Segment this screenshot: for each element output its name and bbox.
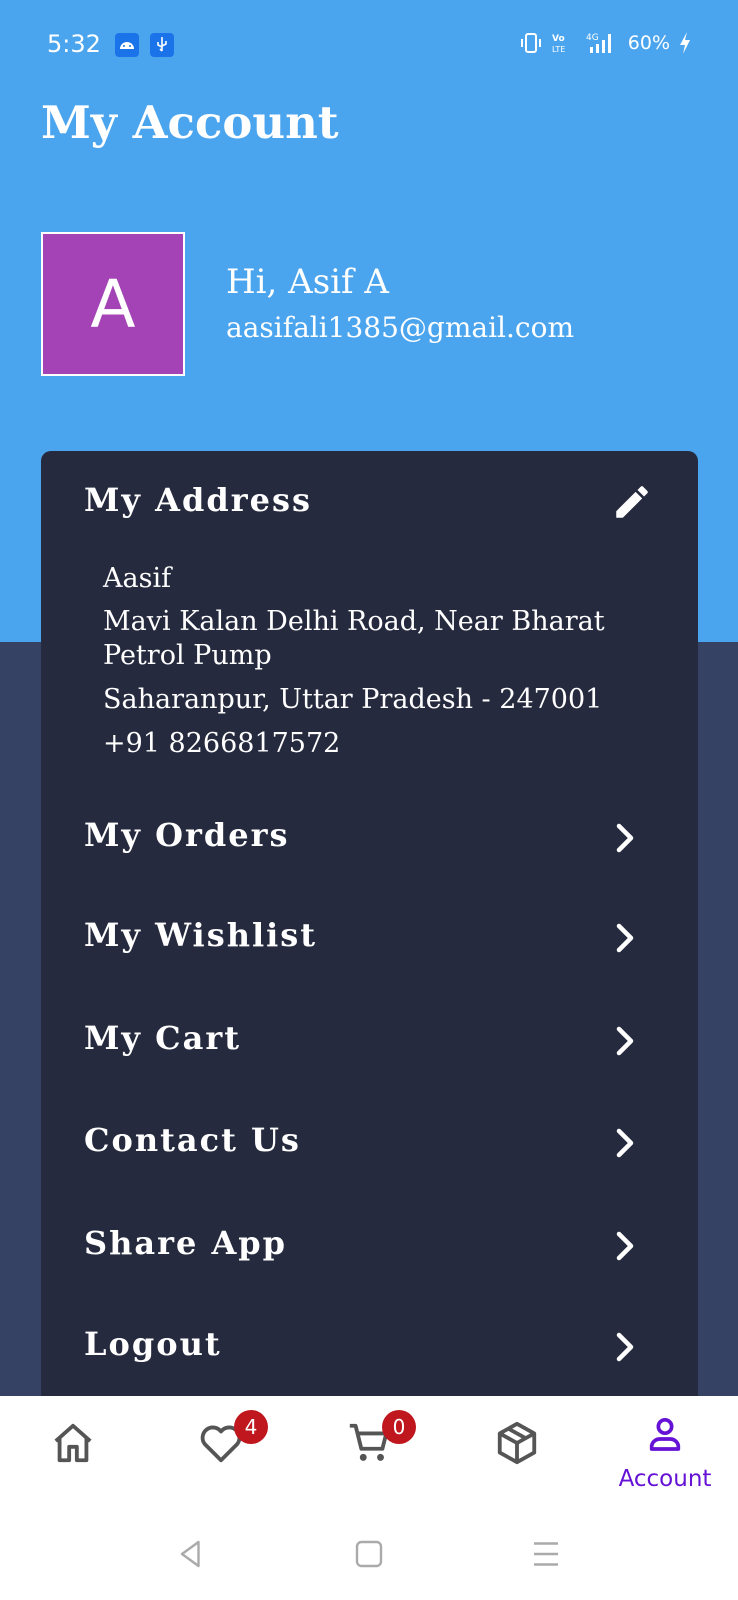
wishlist-count-badge: 4 (234, 1410, 268, 1444)
usb-icon (150, 33, 174, 57)
menu-label: My Orders (84, 816, 290, 854)
battery-percentage: 60% (627, 32, 670, 54)
greeting-text: Hi, Asif A (226, 262, 389, 302)
cart-count-badge: 0 (382, 1410, 416, 1444)
address-phone: +91 8266817572 (103, 728, 341, 759)
volte-icon: Vo LTE (552, 34, 565, 54)
charging-icon (680, 32, 690, 54)
nav-home[interactable] (0, 1396, 146, 1514)
package-icon (497, 1421, 537, 1465)
menu-item-my-orders[interactable]: My Orders (41, 788, 698, 888)
chevron-right-icon (616, 823, 634, 853)
chevron-right-icon (616, 923, 634, 953)
svg-text:LTE: LTE (552, 45, 565, 54)
menu-item-contact-us[interactable]: Contact Us (41, 1093, 698, 1193)
nav-wishlist[interactable]: 4 (148, 1396, 294, 1514)
back-icon[interactable] (173, 1536, 209, 1572)
status-time: 5:32 (47, 30, 101, 58)
chevron-right-icon (616, 1332, 634, 1362)
nav-orders[interactable] (444, 1396, 590, 1514)
avatar: A (41, 232, 185, 376)
chevron-right-icon (616, 1026, 634, 1056)
menu-item-my-cart[interactable]: My Cart (41, 991, 698, 1091)
account-icon (649, 1418, 681, 1451)
chevron-right-icon (616, 1128, 634, 1158)
menu-item-share-app[interactable]: Share App (41, 1196, 698, 1296)
account-card: My Address Aasif Mavi Kalan Delhi Road, … (41, 451, 698, 1396)
menu-item-my-wishlist[interactable]: My Wishlist (41, 888, 698, 988)
android-icon (115, 33, 139, 57)
nav-account[interactable]: Account (592, 1396, 738, 1514)
system-nav-bar (0, 1514, 738, 1600)
menu-label: Contact Us (84, 1121, 301, 1159)
recents-menu-icon[interactable] (528, 1536, 564, 1572)
nav-cart[interactable]: 0 (296, 1396, 442, 1514)
menu-label: Share App (84, 1224, 288, 1262)
edit-icon[interactable] (611, 481, 653, 523)
home-icon (54, 1423, 92, 1463)
account-label: Account (618, 1466, 712, 1492)
menu-item-logout[interactable]: Logout (41, 1297, 698, 1396)
page-title: My Account (41, 96, 339, 149)
email-text: aasifali1385@gmail.com (226, 311, 575, 344)
avatar-letter: A (90, 265, 136, 343)
menu-label: My Cart (84, 1019, 241, 1057)
status-right: Vo LTE 4G 60% (520, 31, 692, 55)
address-name: Aasif (103, 563, 172, 594)
address-title: My Address (84, 481, 312, 519)
menu-label: My Wishlist (84, 916, 318, 954)
status-bar: 5:32 Vo LTE 4G 60% (0, 0, 738, 92)
address-city-state: Saharanpur, Uttar Pradesh - 247001 (103, 684, 603, 715)
home-square-icon[interactable] (351, 1536, 387, 1572)
svg-text:Vo: Vo (552, 34, 565, 44)
menu-label: Logout (84, 1325, 222, 1363)
vibrate-icon (520, 33, 541, 53)
signal-icon: 4G (586, 33, 611, 53)
network-label: 4G (586, 33, 599, 43)
address-street: Mavi Kalan Delhi Road, Near Bharat Petro… (103, 606, 605, 671)
chevron-right-icon (616, 1231, 634, 1261)
bottom-nav: 4 0 Account (0, 1396, 738, 1514)
